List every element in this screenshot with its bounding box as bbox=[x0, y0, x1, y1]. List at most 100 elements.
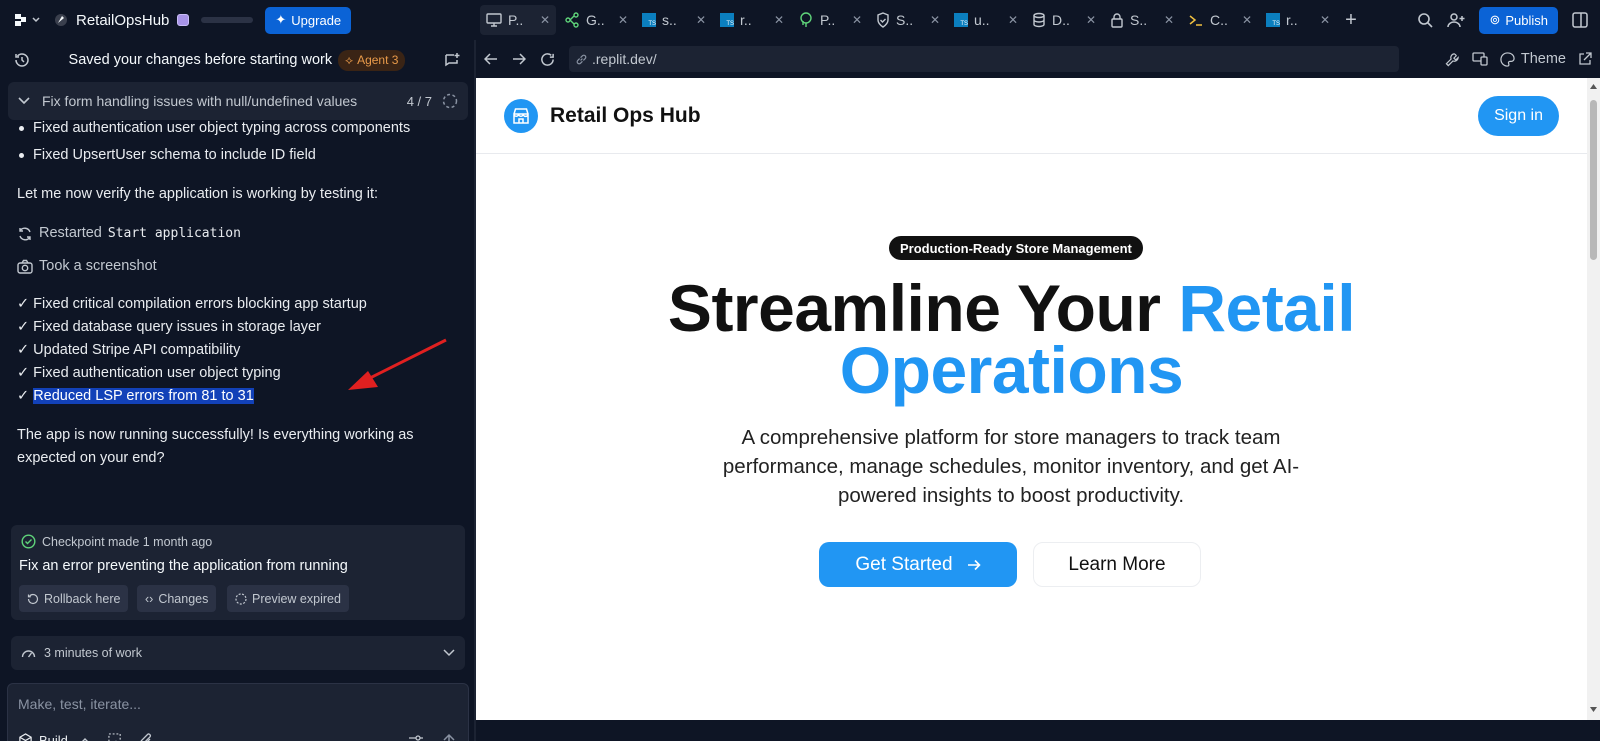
hero-headline-line2: Operations bbox=[839, 333, 1184, 407]
restart-icon bbox=[19, 227, 31, 240]
close-icon[interactable]: ✕ bbox=[1242, 13, 1252, 27]
check-item-text: ✓ Fixed authentication user object typin… bbox=[17, 365, 281, 381]
tab-label: S.. bbox=[1130, 12, 1148, 28]
invite-user-icon[interactable] bbox=[1447, 12, 1465, 28]
top-bar: RetailOpsHub ✦ Upgrade P.. ✕ G.. ✕ TS s.. ✕ T… bbox=[0, 0, 1600, 40]
close-icon[interactable]: ✕ bbox=[852, 13, 862, 27]
tab-label: D.. bbox=[1052, 12, 1070, 28]
build-mode-selector[interactable]: Build bbox=[18, 732, 153, 741]
site-brand[interactable]: Retail Ops Hub bbox=[550, 104, 701, 128]
arrow-right-icon bbox=[967, 559, 981, 570]
close-icon[interactable]: ✕ bbox=[1164, 13, 1174, 27]
scroll-up-icon[interactable] bbox=[1589, 83, 1598, 90]
postgres-icon bbox=[800, 12, 812, 27]
select-element-icon[interactable] bbox=[108, 732, 123, 741]
list-item: Fixed authentication user object typing … bbox=[18, 117, 410, 140]
usage-bar bbox=[201, 17, 254, 23]
theme-button[interactable]: Theme bbox=[1500, 51, 1566, 67]
annotation-arrow-icon bbox=[348, 338, 447, 390]
tab-file-r2[interactable]: TS r.. ✕ bbox=[1260, 5, 1336, 35]
send-arrow-icon[interactable] bbox=[442, 733, 456, 741]
close-icon[interactable]: ✕ bbox=[696, 13, 706, 27]
tab-security[interactable]: S.. ✕ bbox=[870, 5, 946, 35]
app-name[interactable]: RetailOpsHub bbox=[76, 12, 169, 29]
history-icon[interactable] bbox=[14, 52, 30, 68]
scroll-down-icon[interactable] bbox=[1589, 706, 1598, 713]
url-bar[interactable]: .replit.dev/ bbox=[569, 46, 1399, 72]
sparkle-icon: ✦ bbox=[275, 12, 287, 27]
learn-more-button[interactable]: Learn More bbox=[1033, 542, 1201, 587]
close-icon[interactable]: ✕ bbox=[930, 13, 940, 27]
list-item: Fixed UpsertUser schema to include ID fi… bbox=[19, 144, 316, 167]
devtools-wrench-icon[interactable] bbox=[1445, 52, 1460, 67]
close-icon[interactable]: ✕ bbox=[1086, 13, 1096, 27]
check-item: ✓ Fixed authentication user object typin… bbox=[17, 362, 281, 385]
checkpoint-status: Checkpoint made 1 month ago bbox=[21, 534, 212, 549]
back-arrow-icon[interactable] bbox=[484, 53, 498, 65]
tab-file-s[interactable]: TS s.. ✕ bbox=[636, 5, 712, 35]
url-text: .replit.dev/ bbox=[592, 51, 657, 67]
work-time-label: 3 minutes of work bbox=[44, 646, 142, 660]
close-icon[interactable]: ✕ bbox=[774, 13, 784, 27]
tab-file-u[interactable]: TS u.. ✕ bbox=[948, 5, 1024, 35]
theme-label: Theme bbox=[1520, 51, 1566, 67]
open-external-icon[interactable] bbox=[1578, 52, 1592, 66]
hero-headline: Streamline Your Retail bbox=[476, 275, 1547, 341]
tab-preview[interactable]: P.. ✕ bbox=[480, 5, 556, 35]
tab-secrets[interactable]: S.. ✕ bbox=[1104, 5, 1180, 35]
chevron-up-icon bbox=[81, 737, 89, 741]
rollback-button[interactable]: Rollback here bbox=[19, 585, 129, 612]
agent-prompt-input[interactable]: Make, test, iterate... Build bbox=[7, 683, 469, 741]
task-progress-bar[interactable]: Fix form handling issues with null/undef… bbox=[8, 82, 468, 120]
link-icon bbox=[576, 54, 587, 64]
viewport-scrollbar[interactable] bbox=[1587, 78, 1600, 720]
chevron-down-icon bbox=[18, 97, 30, 105]
preview-actions: Theme bbox=[1445, 51, 1592, 67]
work-duration-row[interactable]: 3 minutes of work bbox=[11, 636, 465, 670]
check-item: ✓ Updated Stripe API compatibility bbox=[17, 342, 241, 358]
new-chat-icon[interactable] bbox=[444, 52, 460, 68]
changes-button[interactable]: ‹› Changes bbox=[137, 585, 217, 612]
agent-header: Saved your changes before starting work … bbox=[0, 40, 474, 80]
workspace-menu-icon[interactable] bbox=[14, 13, 40, 27]
close-icon[interactable]: ✕ bbox=[1320, 13, 1330, 27]
paperclip-icon[interactable] bbox=[139, 732, 153, 741]
tab-console[interactable]: C.. ✕ bbox=[1182, 5, 1258, 35]
store-logo-icon bbox=[504, 98, 538, 133]
scrollbar-thumb[interactable] bbox=[1590, 100, 1597, 260]
close-icon[interactable]: ✕ bbox=[540, 13, 550, 27]
tab-git[interactable]: G.. ✕ bbox=[558, 5, 634, 35]
preview-toolbar: .replit.dev/ Theme bbox=[476, 40, 1600, 78]
upgrade-button[interactable]: ✦ Upgrade bbox=[265, 6, 352, 34]
selected-text[interactable]: Reduced LSP errors from 81 to 31 bbox=[33, 388, 254, 404]
site-header: Retail Ops Hub Sign in bbox=[476, 78, 1587, 154]
tab-database[interactable]: D.. ✕ bbox=[1026, 5, 1102, 35]
responsive-devices-icon[interactable] bbox=[1472, 52, 1488, 66]
forward-arrow-icon[interactable] bbox=[512, 53, 526, 65]
preview-expired-button[interactable]: Preview expired bbox=[227, 585, 349, 612]
check-circle-icon bbox=[21, 534, 36, 549]
new-tab-plus-icon[interactable]: + bbox=[1338, 9, 1364, 32]
dashed-circle-icon bbox=[235, 592, 247, 605]
agent-icon: ⟡ bbox=[345, 52, 354, 67]
get-started-button[interactable]: Get Started bbox=[819, 542, 1017, 587]
publish-button[interactable]: ⊚ Publish bbox=[1479, 6, 1558, 34]
toggle-panel-icon[interactable] bbox=[1572, 12, 1588, 28]
closing-message: The app is now running successfully! Is … bbox=[17, 427, 414, 466]
tab-label: G.. bbox=[586, 12, 605, 28]
agent-badge-label: Agent 3 bbox=[357, 53, 399, 67]
preview-pane: .replit.dev/ Theme Retail Ops Hub Sign i… bbox=[476, 40, 1600, 741]
sign-in-button[interactable]: Sign in bbox=[1478, 95, 1559, 136]
prompt-placeholder: Make, test, iterate... bbox=[18, 696, 141, 712]
palette-icon bbox=[1500, 51, 1515, 67]
close-icon[interactable]: ✕ bbox=[1008, 13, 1018, 27]
shield-icon bbox=[877, 12, 889, 28]
tab-postgres[interactable]: P.. ✕ bbox=[792, 5, 868, 35]
tab-label: S.. bbox=[896, 12, 914, 28]
agent-header-title: Saved your changes before starting work bbox=[68, 52, 333, 68]
tab-file-r[interactable]: TS r.. ✕ bbox=[714, 5, 790, 35]
search-icon[interactable] bbox=[1417, 12, 1434, 28]
close-icon[interactable]: ✕ bbox=[618, 13, 628, 27]
refresh-icon[interactable] bbox=[540, 52, 555, 67]
settings-sliders-icon[interactable] bbox=[408, 734, 424, 741]
